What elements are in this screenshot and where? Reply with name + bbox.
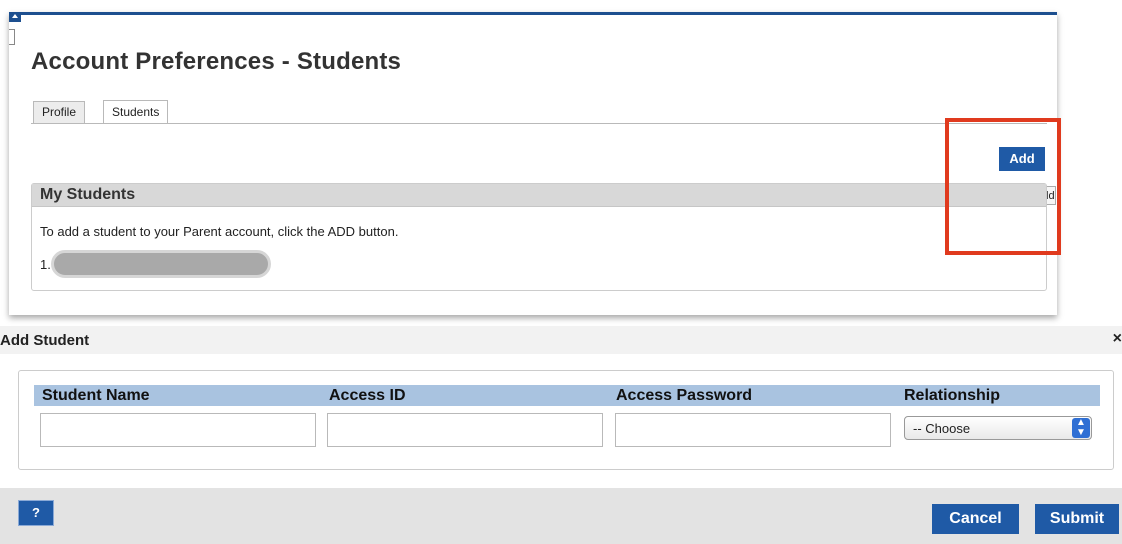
dialog-footer: ? Cancel Submit — [0, 488, 1122, 544]
add-student-button[interactable]: Add — [999, 147, 1045, 171]
tab-students[interactable]: Students — [103, 100, 169, 124]
close-icon[interactable]: × — [1113, 330, 1122, 348]
column-access-password: Access Password — [616, 387, 753, 404]
student-name-field[interactable] — [40, 413, 316, 447]
page-title: Account Preferences - Students — [31, 48, 402, 75]
side-handle[interactable] — [9, 29, 15, 45]
column-student-name: Student Name — [42, 387, 150, 404]
account-preferences-panel: Account Preferences - Students Profile S… — [9, 12, 1061, 315]
relationship-selected-value: -- Choose — [913, 421, 971, 436]
students-instruction: To add a student to your Parent account,… — [40, 224, 399, 239]
access-id-field[interactable] — [327, 413, 603, 447]
add-student-form: Student Name Access ID Access Password R… — [18, 370, 1114, 470]
my-students-header: My Students — [32, 184, 1046, 207]
access-password-field[interactable] — [615, 413, 891, 447]
tab-profile[interactable]: Profile — [33, 101, 86, 123]
relationship-select[interactable]: -- Choose ▲ ▼ — [904, 416, 1092, 440]
submit-button[interactable]: Submit — [1035, 504, 1119, 534]
cancel-button[interactable]: Cancel — [932, 504, 1019, 534]
dialog-header: Add Student × — [0, 326, 1122, 354]
list-item[interactable]: 1. — [40, 250, 271, 278]
tab-divider — [31, 123, 1047, 124]
redacted-student-name — [50, 250, 271, 278]
column-access-id: Access ID — [329, 387, 406, 404]
student-number: 1. — [40, 256, 51, 272]
my-students-section: My Students To add a student to your Par… — [31, 183, 1047, 291]
form-column-header: Student Name Access ID Access Password R… — [34, 385, 1100, 406]
select-arrows-icon: ▲ ▼ — [1072, 418, 1090, 438]
column-relationship: Relationship — [904, 387, 1001, 404]
dialog-title: Add Student — [0, 332, 90, 349]
help-button[interactable]: ? — [18, 500, 54, 526]
collapse-arrow-icon[interactable] — [9, 12, 21, 22]
